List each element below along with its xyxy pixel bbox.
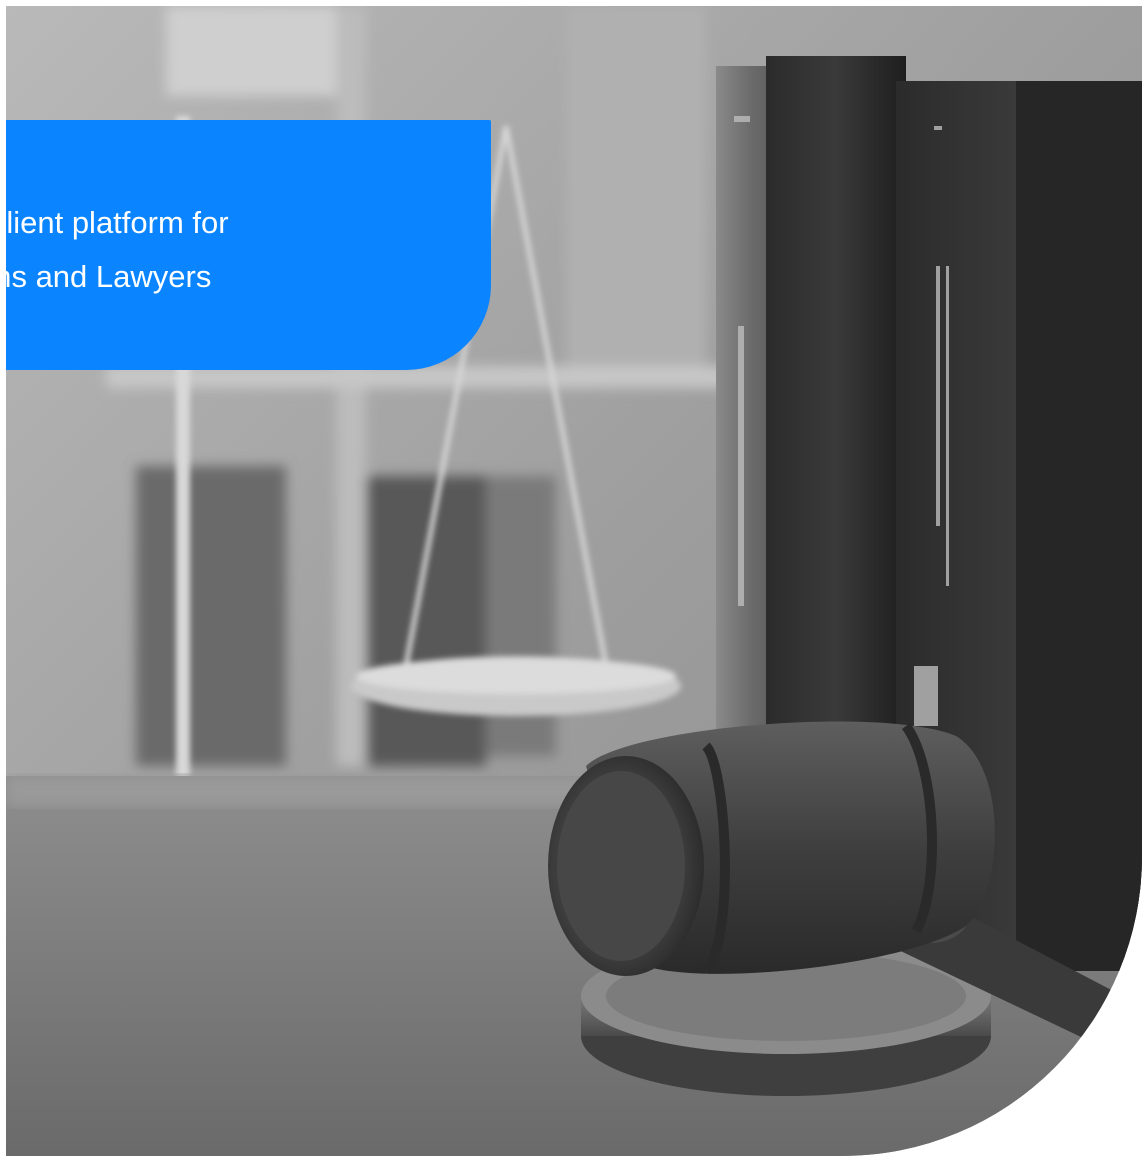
hero-banner: Secure client platform for Law Firms and… <box>6 6 1142 1156</box>
hero-tagline: Secure client platform for Law Firms and… <box>6 205 229 294</box>
